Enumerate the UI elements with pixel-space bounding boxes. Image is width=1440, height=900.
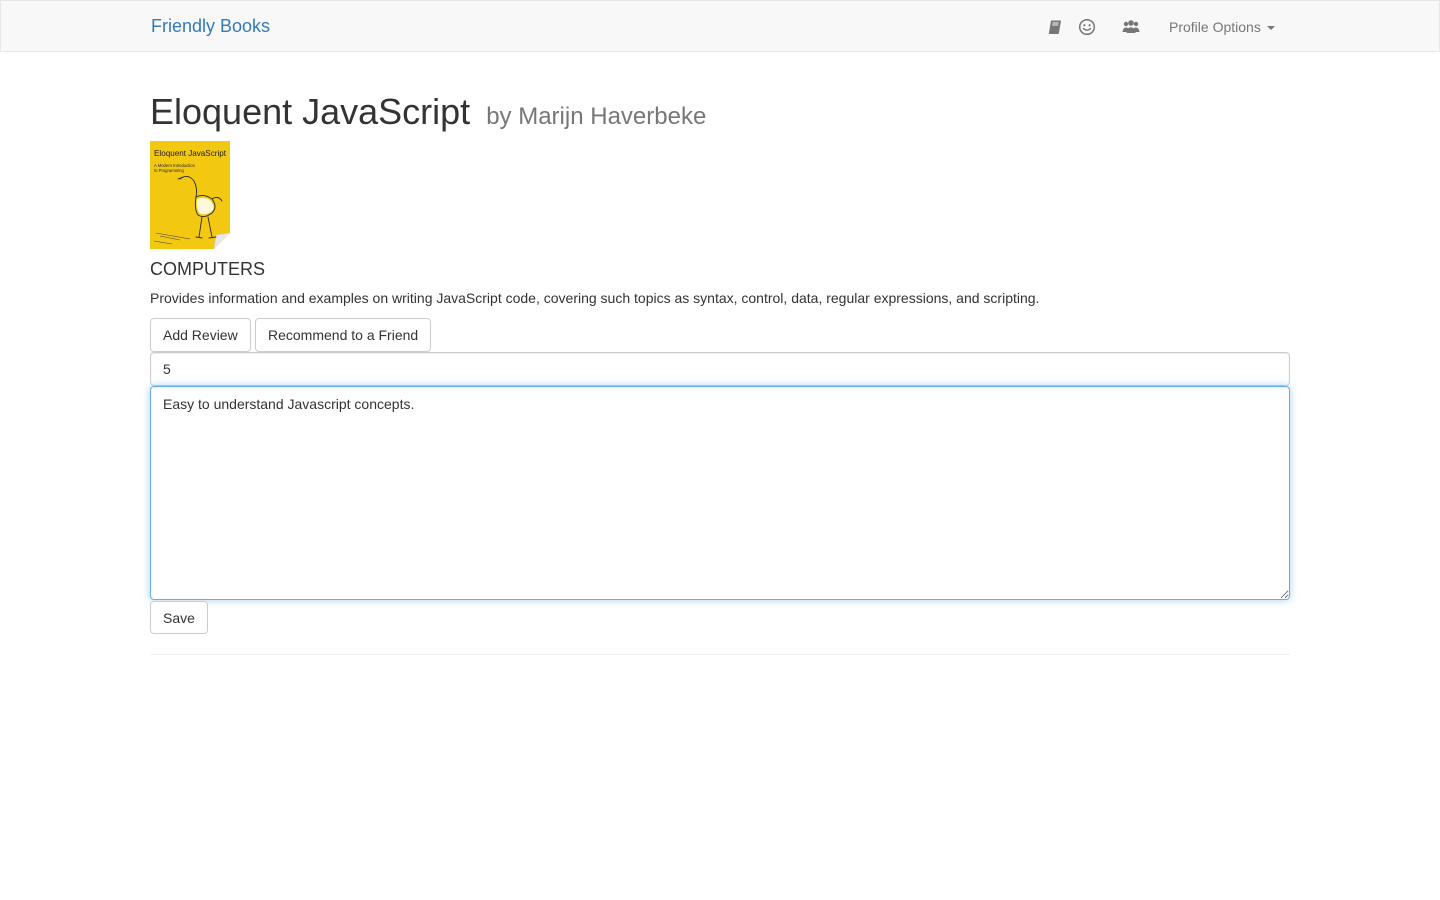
profile-options-label: Profile Options (1169, 19, 1261, 35)
book-description: Provides information and examples on wri… (150, 290, 1040, 306)
cover-subtitle-2: to Programming (154, 168, 184, 173)
recommend-friend-button[interactable]: Recommend to a Friend (255, 318, 432, 352)
add-review-button[interactable]: Add Review (150, 318, 251, 352)
rating-input[interactable] (150, 352, 1290, 386)
book-title-text: Eloquent JavaScript (150, 91, 471, 132)
book-cover-image: Eloquent JavaScript A Modern Introductio… (150, 141, 231, 250)
review-textarea[interactable]: Easy to understand Javascript concepts. (150, 386, 1290, 600)
smile-icon[interactable] (1077, 17, 1097, 37)
save-button[interactable]: Save (150, 601, 208, 634)
book-icon[interactable] (1045, 17, 1065, 37)
book-category: COMPUTERS (150, 259, 266, 279)
divider (150, 654, 1290, 655)
book-title: Eloquent JavaScript by Marijn Haverbeke (150, 90, 706, 139)
book-author: by Marijn Haverbeke (486, 103, 707, 130)
brand-link[interactable]: Friendly Books (151, 16, 270, 36)
profile-options-dropdown[interactable]: Profile Options (1169, 18, 1275, 36)
cover-title: Eloquent JavaScript (154, 148, 227, 158)
users-icon[interactable] (1121, 17, 1141, 37)
navbar: Friendly Books Profile Options (0, 0, 1440, 52)
caret-down-icon (1266, 26, 1275, 31)
